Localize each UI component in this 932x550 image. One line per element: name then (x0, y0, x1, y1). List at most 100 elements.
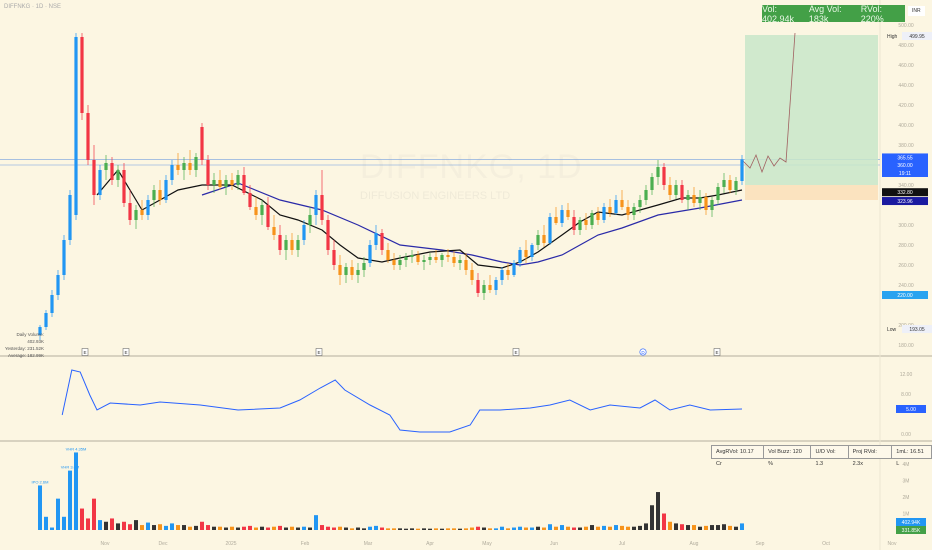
volume-bar (260, 526, 264, 530)
volume-bar (344, 527, 348, 530)
candle (134, 210, 138, 220)
candle (398, 260, 402, 265)
volume-bar (374, 525, 378, 530)
volume-bar (386, 528, 390, 530)
candle (326, 220, 330, 250)
volume-bar (164, 525, 168, 530)
candle (122, 170, 126, 203)
daily-volume: Daily Volume: 402.93K (16, 332, 44, 344)
candle (410, 255, 414, 257)
volume-bar (350, 528, 354, 530)
volume-bar (530, 527, 534, 530)
candle (464, 260, 468, 270)
volume-bar (638, 525, 642, 530)
time-tick-label: Oct (822, 541, 830, 547)
volume-bar (230, 526, 234, 530)
candle (146, 200, 150, 215)
high-label: High (887, 34, 898, 40)
volume-bar (290, 526, 294, 530)
volume-bar (488, 528, 492, 530)
candle (218, 180, 222, 187)
candle (224, 180, 228, 187)
stop-zone (745, 185, 878, 200)
volume-bar (398, 528, 402, 530)
currency-label[interactable]: INR (908, 6, 925, 16)
candle (728, 180, 732, 190)
volume-bar (626, 526, 630, 530)
time-tick-label: Sep (756, 541, 765, 547)
candle (290, 240, 294, 250)
candle (644, 190, 648, 200)
volume-bar (434, 528, 438, 530)
candle (116, 170, 120, 180)
candle (710, 200, 714, 210)
one-month-low: 1mL: 16.51 L (896, 449, 924, 467)
candle (704, 197, 708, 210)
candle (110, 163, 114, 180)
time-tick-label: Jul (619, 541, 625, 547)
volume-bar (362, 528, 366, 530)
average-volume: Average: 182.99K (8, 353, 44, 358)
volume-bar (122, 521, 126, 530)
candle (500, 270, 504, 280)
volume-bar (524, 527, 528, 530)
volume-bar (86, 518, 90, 530)
candle (518, 250, 522, 263)
candle (284, 240, 288, 250)
high-price: 499.95 (909, 34, 925, 40)
watermark-symbol: DIFFNKG, 1D (360, 148, 583, 186)
candle (602, 207, 606, 220)
time-tick-label: Dec (159, 541, 168, 547)
candle (320, 195, 324, 220)
candle (86, 113, 90, 160)
candle (212, 180, 216, 185)
candle (674, 185, 678, 195)
volume-annotation: VHR 3.6M (61, 465, 79, 470)
indicator-last-badge: 5.00 (906, 407, 916, 413)
price-chart[interactable]: 500.00 480.00 460.00 440.00 420.00 400.00 380.… (0, 0, 932, 550)
candle (626, 207, 630, 215)
candle (194, 157, 198, 170)
price-tick-label: 180.00 (898, 343, 914, 349)
time-tick-label: May (482, 541, 492, 547)
volume-bar (380, 527, 384, 530)
candle (44, 313, 48, 327)
candle (740, 159, 744, 181)
candle (722, 180, 726, 187)
volume-avg-badge: 331.85K (902, 528, 921, 534)
candle (260, 205, 264, 215)
volume-bar (44, 516, 48, 530)
candle (716, 187, 720, 200)
candle (536, 235, 540, 245)
candle (164, 180, 168, 200)
volume-bar (236, 527, 240, 530)
ma-short-badge: 332.80 (897, 190, 913, 196)
volume-bar (272, 526, 276, 530)
volume-bar (632, 526, 636, 530)
price-tick-label: 460.00 (898, 63, 914, 69)
price-tick-label: 260.00 (898, 263, 914, 269)
volume-annotation: VHR 4.35M (66, 446, 87, 451)
volume-bar (614, 525, 618, 530)
volume-bar (284, 527, 288, 530)
candle (506, 270, 510, 275)
candle (650, 177, 654, 190)
price-tick-label: 380.00 (898, 143, 914, 149)
target-zone (745, 35, 878, 185)
ma-long-badge: 323.96 (897, 199, 913, 205)
candle (596, 213, 600, 220)
volume-bar (152, 525, 156, 530)
candle (188, 163, 192, 170)
volume-bar (308, 527, 312, 530)
volume-bar (176, 525, 180, 530)
volume-bar (518, 526, 522, 530)
volume-bar (338, 526, 342, 530)
volume-bar (314, 515, 318, 530)
price-tick-label: 480.00 (898, 43, 914, 49)
candle (50, 295, 54, 313)
volume-bar (170, 523, 174, 530)
volume-bar (200, 521, 204, 530)
candle (68, 195, 72, 240)
indicator-line (61, 369, 743, 433)
volume-summary-box: Vol: 402.94k Avg Vol: 183k RVol: 220% (762, 4, 905, 24)
